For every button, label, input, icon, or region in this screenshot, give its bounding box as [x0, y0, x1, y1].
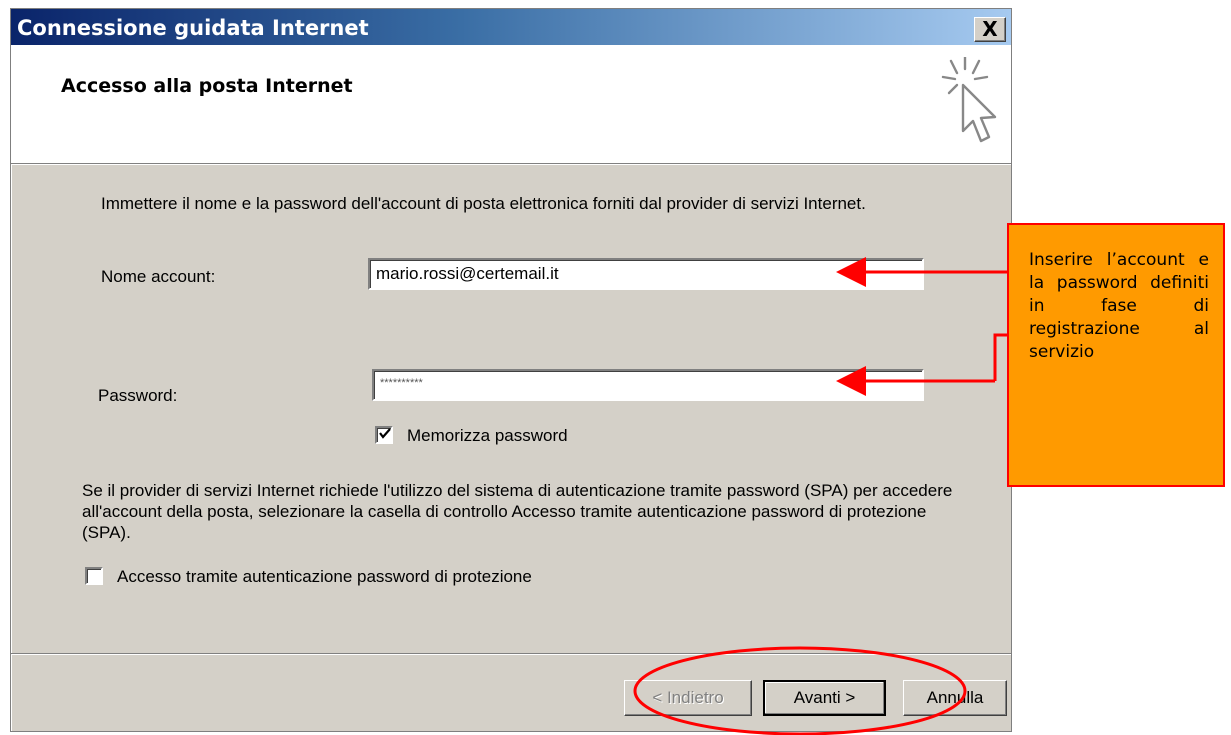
window-title: Connessione guidata Internet: [17, 16, 369, 40]
checkmark-icon: [379, 428, 391, 439]
annotation-callout: Inserire l’account e la password definit…: [1007, 223, 1225, 487]
footer-divider: [11, 653, 1011, 655]
cancel-button[interactable]: Annulla: [903, 680, 1007, 716]
wizard-cursor-icon: [941, 57, 997, 143]
account-name-input[interactable]: mario.rossi@certemail.it: [368, 258, 924, 290]
account-label: Nome account:: [101, 267, 216, 286]
spa-label: Accesso tramite autenticazione password …: [117, 567, 532, 586]
page-title: Accesso alla posta Internet: [61, 75, 353, 97]
back-button[interactable]: < Indietro: [624, 680, 752, 716]
spa-checkbox[interactable]: [85, 567, 103, 585]
wizard-dialog: Connessione guidata Internet X Accesso a…: [10, 8, 1012, 732]
password-label: Password:: [98, 386, 178, 405]
wizard-header: Accesso alla posta Internet: [11, 45, 1011, 164]
spa-text: Se il provider di servizi Internet richi…: [82, 481, 953, 542]
remember-password-checkbox[interactable]: [375, 426, 393, 444]
title-bar[interactable]: Connessione guidata Internet X: [11, 9, 1011, 45]
intro-text: Immettere il nome e la password dell'acc…: [101, 194, 866, 213]
password-input[interactable]: **********: [372, 369, 924, 401]
header-divider: [11, 164, 1011, 165]
next-button[interactable]: Avanti >: [763, 680, 886, 716]
close-button[interactable]: X: [974, 17, 1006, 42]
remember-password-label: Memorizza password: [407, 426, 568, 445]
